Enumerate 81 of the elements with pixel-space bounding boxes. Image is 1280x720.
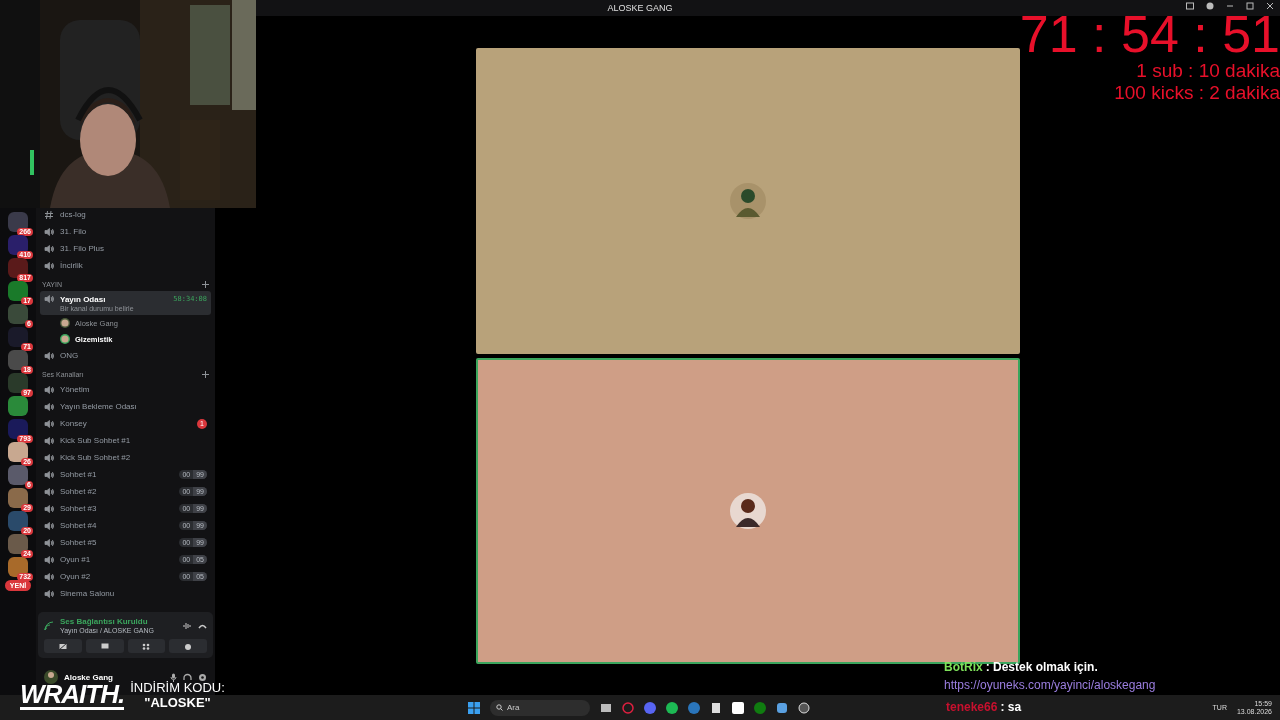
speaker-icon — [44, 486, 54, 497]
window-title: ALOSKE GANG — [607, 3, 673, 13]
channel-item[interactable]: Yönetim — [40, 381, 211, 398]
speaker-icon — [44, 226, 54, 237]
soundboard-button[interactable] — [169, 639, 207, 653]
screen-share-button[interactable] — [85, 639, 124, 653]
hash-icon — [44, 209, 54, 220]
add-channel-icon[interactable] — [202, 370, 209, 378]
speaker-icon — [44, 350, 54, 361]
camera-off-icon — [58, 642, 67, 650]
speaker-icon — [44, 503, 54, 514]
timer-rule: 1 sub : 10 dakika — [1136, 60, 1280, 82]
circle-icon — [184, 642, 193, 650]
close-icon[interactable] — [1266, 2, 1274, 10]
help-icon[interactable] — [1206, 2, 1214, 10]
user-avatar[interactable] — [44, 670, 58, 684]
speaker-icon — [44, 401, 54, 412]
start-icon[interactable] — [468, 701, 480, 714]
speaker-icon — [44, 571, 54, 582]
connection-status: Ses Bağlantısı Kuruldu — [60, 617, 149, 626]
activities-button[interactable] — [127, 639, 166, 653]
speaker-icon — [44, 537, 54, 548]
channel-name: Yayın Odası — [60, 294, 107, 304]
chat-app-icon[interactable] — [644, 701, 656, 714]
game-launcher-icon[interactable] — [688, 701, 700, 714]
speaker-icon — [44, 469, 54, 480]
xbox-icon[interactable] — [754, 701, 766, 714]
speaker-icon — [44, 243, 54, 254]
discount-code: "ALOSKE" — [144, 695, 211, 710]
channel-item[interactable]: Kick Sub Sohbet #1 — [40, 432, 211, 449]
speaker-icon — [44, 294, 54, 304]
store-icon[interactable] — [710, 701, 722, 714]
task-view-icon[interactable] — [600, 701, 612, 714]
channel-item[interactable]: Sinema Salonu — [40, 585, 211, 602]
minimize-icon[interactable] — [1226, 2, 1234, 10]
avatar-icon — [729, 183, 766, 219]
speaker-icon — [44, 418, 54, 429]
channel-item[interactable]: dcs-log — [40, 206, 211, 223]
speaker-icon — [44, 435, 54, 446]
screen-icon — [100, 642, 109, 650]
app-icon[interactable] — [622, 701, 634, 714]
search-icon — [496, 704, 503, 711]
chat-message: : Destek olmak için. — [985, 660, 1098, 674]
camera-off-button[interactable] — [44, 639, 82, 653]
user-name: Aloske Gang — [64, 672, 114, 682]
speaker-icon — [44, 588, 54, 599]
channel-item[interactable]: İncirlik — [40, 257, 211, 274]
microphone-icon[interactable] — [170, 672, 177, 682]
chat-message: : sa — [1000, 700, 1022, 714]
browser-icon[interactable] — [798, 701, 810, 714]
chat-username: teneke66 — [946, 700, 998, 714]
search-field[interactable]: Ara — [490, 699, 590, 716]
chat-link[interactable]: https://oyuneks.com/yayinci/aloskegang — [944, 678, 1156, 692]
headphones-icon[interactable] — [183, 672, 192, 682]
speaker-icon — [44, 554, 54, 565]
signal-icon[interactable] — [44, 620, 54, 631]
channel-item[interactable]: 31. Filo — [40, 223, 211, 240]
music-app-icon[interactable] — [666, 701, 678, 714]
chat-username: BotRix — [944, 660, 983, 674]
video-tile[interactable] — [475, 358, 1020, 664]
timer-rule: 100 kicks : 2 dakika — [1114, 82, 1280, 104]
inbox-icon[interactable] — [1186, 2, 1194, 10]
assistant-icon[interactable] — [776, 701, 788, 714]
grid-icon — [142, 642, 151, 650]
channel-item[interactable]: Yayın Bekleme Odası — [40, 398, 211, 415]
soundboard-icon[interactable] — [183, 621, 192, 630]
channel-item[interactable]: 31. Filo Plus — [40, 240, 211, 257]
speaker-icon — [44, 452, 54, 463]
channel-item[interactable]: ONG — [40, 347, 211, 364]
discount-label: İNDİRİM KODU: — [130, 680, 225, 695]
speaker-icon — [44, 384, 54, 395]
countdown-timer: 71 : 54 : 51 — [1019, 8, 1280, 60]
editor-icon[interactable] — [732, 701, 744, 714]
avatar-icon — [729, 493, 766, 529]
speaker-icon — [44, 260, 54, 271]
video-tile[interactable] — [475, 48, 1020, 354]
speaker-icon — [44, 520, 54, 531]
maximize-icon[interactable] — [1246, 2, 1254, 10]
channel-item[interactable]: Kick Sub Sohbet #2 — [40, 449, 211, 466]
settings-icon[interactable] — [198, 672, 207, 682]
add-channel-icon[interactable] — [202, 280, 209, 288]
